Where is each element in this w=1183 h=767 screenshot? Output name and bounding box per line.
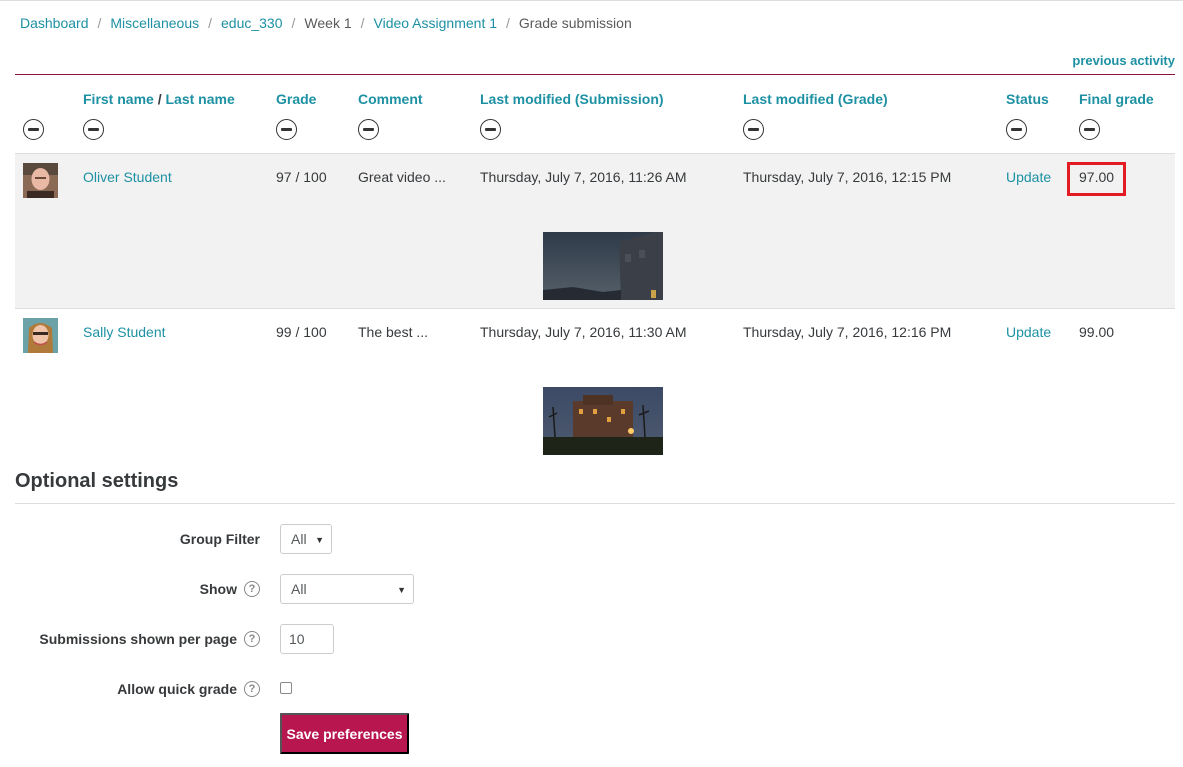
student-name-link[interactable]: Sally Student [83, 324, 166, 340]
group-filter-label: Group Filter [179, 531, 260, 547]
show-label: Show [199, 581, 237, 597]
hide-column-icon[interactable] [1079, 119, 1100, 140]
modified-grade-value: Thursday, July 7, 2016, 12:16 PM [743, 324, 952, 340]
hide-column-icon[interactable] [480, 119, 501, 140]
final-grade-value: 97.00 [1079, 169, 1115, 185]
header-name: First name / Last name [83, 91, 235, 107]
breadcrumb-separator: / [97, 15, 102, 31]
sort-last-modified-submission[interactable]: Last modified (Submission) [480, 91, 664, 107]
header-slash: / [157, 91, 162, 107]
save-preferences-button[interactable]: Save preferences [280, 713, 409, 754]
help-icon[interactable]: ? [244, 631, 260, 647]
hide-column-icon[interactable] [276, 119, 297, 140]
quick-grade-checkbox[interactable] [280, 682, 292, 694]
video-thumbnail[interactable] [543, 387, 663, 455]
group-filter-select[interactable]: All ▼ [280, 524, 332, 554]
sort-last-name[interactable]: Last name [165, 91, 234, 107]
table-row: Sally Student 99 / 100 The best ... Thur… [15, 308, 1175, 463]
help-icon[interactable]: ? [244, 581, 260, 597]
optional-settings-rule [15, 503, 1175, 504]
per-page-value: 10 [289, 631, 305, 647]
hide-column-icon[interactable] [358, 119, 379, 140]
grade-value: 99 / 100 [276, 324, 327, 340]
group-filter-value: All [291, 531, 307, 547]
video-thumbnail[interactable] [543, 232, 663, 300]
breadcrumb-miscellaneous[interactable]: Miscellaneous [110, 15, 199, 31]
modified-grade-value: Thursday, July 7, 2016, 12:15 PM [743, 169, 952, 185]
sort-final-grade[interactable]: Final grade [1079, 91, 1154, 107]
breadcrumb-course[interactable]: educ_330 [221, 15, 283, 31]
previous-activity-link[interactable]: previous activity [1072, 53, 1175, 68]
per-page-input[interactable]: 10 [280, 624, 334, 654]
show-value: All [291, 581, 307, 597]
breadcrumb-assignment[interactable]: Video Assignment 1 [374, 15, 498, 31]
sort-first-name[interactable]: First name [83, 91, 154, 107]
sort-comment[interactable]: Comment [358, 91, 423, 107]
sort-last-modified-grade[interactable]: Last modified (Grade) [743, 91, 888, 107]
breadcrumb-week: Week 1 [304, 15, 352, 31]
grade-value: 97 / 100 [276, 169, 327, 185]
breadcrumb-separator: / [506, 15, 510, 31]
caret-down-icon: ▼ [397, 585, 406, 595]
caret-down-icon: ▼ [315, 535, 324, 545]
hide-column-icon[interactable] [743, 119, 764, 140]
comment-value: The best ... [358, 324, 429, 340]
hide-column-icon[interactable] [23, 119, 44, 140]
avatar[interactable] [23, 163, 58, 198]
breadcrumb-dashboard[interactable]: Dashboard [20, 15, 89, 31]
final-grade-value: 99.00 [1079, 324, 1115, 340]
modified-submission-value: Thursday, July 7, 2016, 11:26 AM [480, 169, 687, 185]
top-rule [0, 0, 1183, 1]
modified-submission-value: Thursday, July 7, 2016, 11:30 AM [480, 324, 687, 340]
quick-grade-label: Allow quick grade [117, 681, 237, 697]
hide-column-icon[interactable] [83, 119, 104, 140]
help-icon[interactable]: ? [244, 681, 260, 697]
per-page-label: Submissions shown per page [39, 631, 237, 647]
table-row: Oliver Student 97 / 100 Great video ... … [15, 153, 1175, 308]
student-name-link[interactable]: Oliver Student [83, 169, 172, 185]
table-header-row: First name / Last name Grade Comment Las… [15, 75, 1175, 153]
hide-column-icon[interactable] [1006, 119, 1027, 140]
breadcrumb-separator: / [291, 15, 296, 31]
optional-settings-title: Optional settings [15, 470, 179, 492]
sort-status[interactable]: Status [1006, 91, 1049, 107]
avatar[interactable] [23, 318, 58, 353]
update-link[interactable]: Update [1006, 324, 1051, 340]
sort-grade[interactable]: Grade [276, 91, 316, 107]
grading-table: First name / Last name Grade Comment Las… [15, 74, 1175, 463]
breadcrumb-separator: / [208, 15, 212, 31]
update-link[interactable]: Update [1006, 169, 1051, 185]
breadcrumb-current: Grade submission [518, 15, 632, 31]
comment-value: Great video ... [358, 169, 446, 185]
breadcrumb-separator: / [360, 15, 365, 31]
breadcrumb: Dashboard / Miscellaneous / educ_330 / W… [20, 14, 632, 32]
show-select[interactable]: All ▼ [280, 574, 414, 604]
